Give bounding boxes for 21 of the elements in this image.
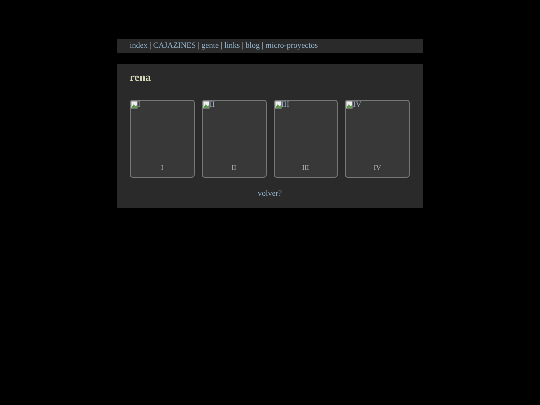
nav-separator: | xyxy=(221,42,223,50)
image-alt-text: II xyxy=(210,101,216,109)
broken-image-icon xyxy=(202,101,210,109)
nav-link[interactable]: blog xyxy=(246,42,260,50)
page-title: rena xyxy=(130,73,152,86)
broken-image-icon xyxy=(131,101,138,109)
broken-image-icon xyxy=(346,101,354,109)
back-link[interactable]: volver? xyxy=(258,190,282,198)
nav-link[interactable]: CAJAZINES xyxy=(153,42,196,50)
nav-link[interactable]: links xyxy=(224,42,240,50)
nav-separator: | xyxy=(242,42,244,50)
nav-separator: | xyxy=(198,42,200,50)
image-alt-text: III xyxy=(282,101,290,109)
image-alt-text: I xyxy=(138,101,141,109)
nav-separator: | xyxy=(262,42,264,50)
broken-image-icon xyxy=(274,101,282,109)
image-alt-text: IV xyxy=(353,101,362,109)
nav-link[interactable]: index xyxy=(130,42,148,50)
nav-link[interactable]: gente xyxy=(202,42,219,50)
nav-separator: | xyxy=(150,42,152,50)
nav-link[interactable]: micro-proyectos xyxy=(266,42,318,50)
